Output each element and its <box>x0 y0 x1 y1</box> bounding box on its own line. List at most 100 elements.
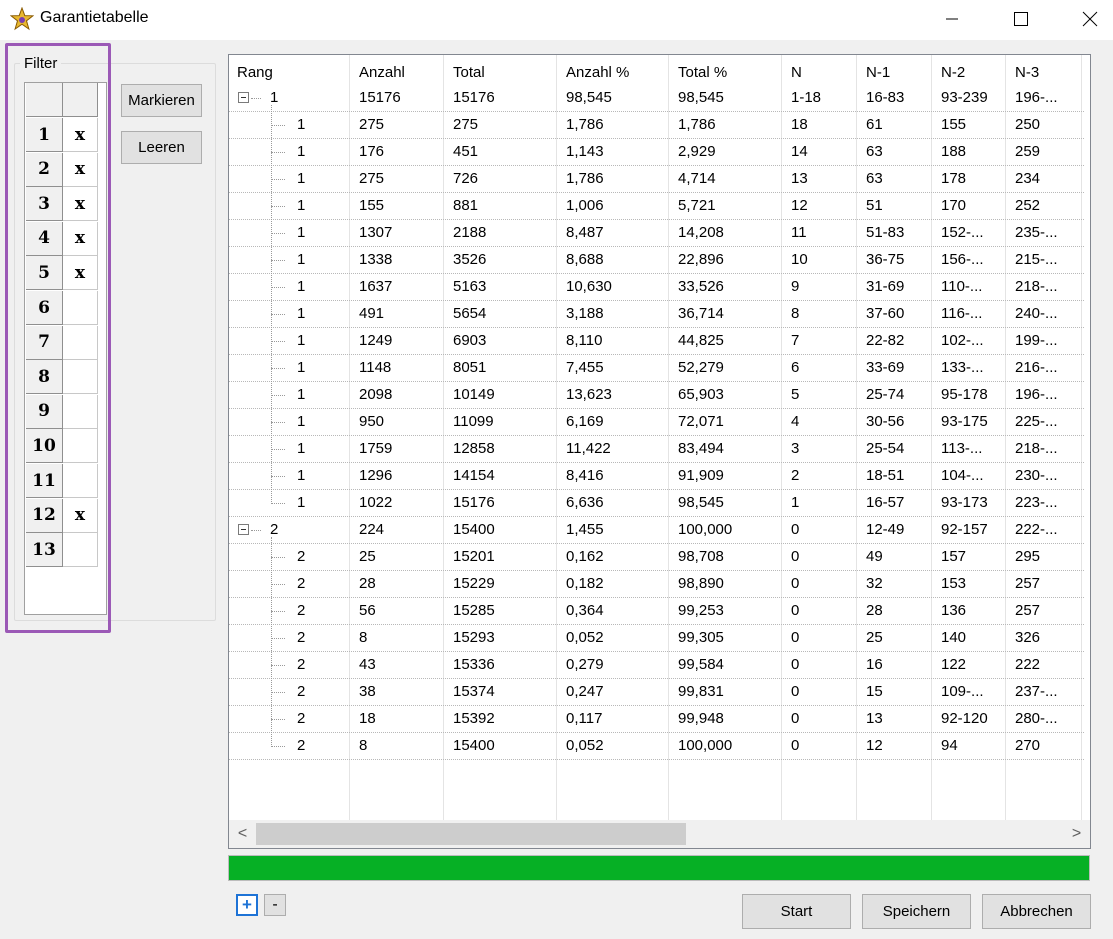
collapse-toggle-icon[interactable] <box>238 92 249 103</box>
table-row[interactable]: 1 491 5654 3,188 36,714 8 37-60 116-... 240-... <box>229 301 1084 328</box>
column-header[interactable]: N-3 <box>1015 64 1039 81</box>
table-cell: 22-82 <box>866 332 905 349</box>
table-row[interactable]: 1 1022 15176 6,636 98,545 1 16-57 93-173 223-... <box>229 490 1084 517</box>
table-row[interactable]: 1 275 275 1,786 1,786 18 61 155 250 <box>229 112 1084 139</box>
tree-connector <box>271 152 285 153</box>
table-cell: 2 <box>297 548 306 565</box>
table-row[interactable]: 1 176 451 1,143 2,929 14 63 188 259 <box>229 139 1084 166</box>
table-cell: 72,071 <box>678 413 724 430</box>
minimize-button[interactable] <box>929 0 975 38</box>
table-row[interactable]: 2 8 15400 0,052 100,000 0 12 94 270 <box>229 733 1084 760</box>
table-cell: 222-... <box>1015 521 1058 538</box>
table-row[interactable]: 1 1338 3526 8,688 22,896 10 36-75 156-... 215-..… <box>229 247 1084 274</box>
collapse-all-button[interactable]: - <box>264 894 286 916</box>
maximize-button[interactable] <box>998 0 1044 38</box>
markieren-button[interactable]: Markieren <box>121 84 202 117</box>
table-cell: 15392 <box>453 710 495 727</box>
table-cell: 98,545 <box>678 494 724 511</box>
table-cell: 6903 <box>453 332 487 349</box>
scroll-left-arrow[interactable]: < <box>229 820 256 848</box>
table-cell: 2 <box>270 521 279 538</box>
table-row[interactable]: 1 1307 2188 8,487 14,208 11 51-83 152-... 235-..… <box>229 220 1084 247</box>
tree-connector <box>271 665 285 666</box>
tree-connector <box>271 341 285 342</box>
table-row[interactable]: 1 2098 10149 13,623 65,903 5 25-74 95-178 196-..… <box>229 382 1084 409</box>
table-cell: 0 <box>791 548 800 565</box>
table-row[interactable]: 1 1148 8051 7,455 52,279 6 33-69 133-... 216-... <box>229 355 1084 382</box>
table-row[interactable]: 1 275 726 1,786 4,714 13 63 178 234 <box>229 166 1084 193</box>
table-cell: 15336 <box>453 656 495 673</box>
leeren-button[interactable]: Leeren <box>121 131 202 164</box>
table-cell: 252 <box>1015 197 1041 214</box>
table-cell: 31-69 <box>866 278 905 295</box>
table-cell: 153 <box>941 575 967 592</box>
table-cell: 1-18 <box>791 89 822 106</box>
table-cell: 0 <box>791 521 800 538</box>
table-row[interactable]: 1 1759 12858 11,422 83,494 3 25-54 113-... 218-.… <box>229 436 1084 463</box>
scroll-right-arrow[interactable]: > <box>1063 820 1090 848</box>
table-row[interactable]: 1 1296 14154 8,416 91,909 2 18-51 104-... 230-..… <box>229 463 1084 490</box>
table-row[interactable]: 2 28 15229 0,182 98,890 0 32 153 257 <box>229 571 1084 598</box>
cancel-button[interactable]: Abbrechen <box>982 894 1091 929</box>
column-header[interactable]: N <box>791 64 802 81</box>
tree-group-row[interactable]: 1 15176 15176 98,545 98,545 1-18 16-83 93-239 19… <box>229 85 1084 112</box>
tree-connector <box>271 611 285 612</box>
tree-connector <box>271 449 285 450</box>
column-header[interactable]: Total <box>453 64 485 81</box>
table-row[interactable]: 2 25 15201 0,162 98,708 0 49 157 295 <box>229 544 1084 571</box>
table-cell: 8,487 <box>566 224 604 241</box>
table-row[interactable]: 1 950 11099 6,169 72,071 4 30-56 93-175 225-... <box>229 409 1084 436</box>
column-header[interactable]: N-2 <box>941 64 965 81</box>
table-cell: 10 <box>791 251 808 268</box>
tree-connector <box>271 584 285 585</box>
table-cell: 49 <box>866 548 883 565</box>
table-row[interactable]: 2 43 15336 0,279 99,584 0 16 122 222 <box>229 652 1084 679</box>
table-cell: 1 <box>297 251 306 268</box>
table-cell: 100,000 <box>678 521 733 538</box>
table-cell: 15176 <box>453 494 495 511</box>
table-row[interactable]: 2 38 15374 0,247 99,831 0 15 109-... 237-... <box>229 679 1084 706</box>
table-cell: 8 <box>359 629 368 646</box>
save-button[interactable]: Speichern <box>862 894 971 929</box>
table-cell: 155 <box>941 116 967 133</box>
table-cell: 133-... <box>941 359 984 376</box>
table-cell: 1 <box>297 386 306 403</box>
column-header[interactable]: N-1 <box>866 64 890 81</box>
table-row[interactable]: 1 1249 6903 8,110 44,825 7 22-82 102-... 199-... <box>229 328 1084 355</box>
column-header[interactable]: Rang <box>237 64 273 81</box>
table-cell: 8,688 <box>566 251 604 268</box>
collapse-toggle-icon[interactable] <box>238 524 249 535</box>
column-header[interactable]: Total % <box>678 64 727 81</box>
table-cell: 1 <box>297 413 306 430</box>
table-row[interactable]: 2 56 15285 0,364 99,253 0 28 136 257 <box>229 598 1084 625</box>
guarantee-tree-table[interactable]: Rang Anzahl Total Anzahl % Total % N N-1 N-2 N-3… <box>228 54 1091 849</box>
table-row[interactable]: 1 155 881 1,006 5,721 12 51 170 252 <box>229 193 1084 220</box>
table-cell: 225-... <box>1015 413 1058 430</box>
table-cell: 1 <box>297 494 306 511</box>
column-header[interactable]: Anzahl <box>359 64 405 81</box>
table-cell: 0 <box>791 602 800 619</box>
table-cell: 0,279 <box>566 656 604 673</box>
table-cell: 257 <box>1015 575 1041 592</box>
table-cell: 8051 <box>453 359 487 376</box>
expand-all-button[interactable]: + <box>236 894 258 916</box>
table-row[interactable]: 2 18 15392 0,117 99,948 0 13 92-120 280-... <box>229 706 1084 733</box>
tree-connector <box>271 422 285 423</box>
tree-group-row[interactable]: 2 224 15400 1,455 100,000 0 12-49 92-157 222-... <box>229 517 1084 544</box>
table-cell: 1 <box>297 278 306 295</box>
table-cell: 199-... <box>1015 332 1058 349</box>
column-header[interactable]: Anzahl % <box>566 64 629 81</box>
table-cell: 3,188 <box>566 305 604 322</box>
start-button[interactable]: Start <box>742 894 851 929</box>
table-row[interactable]: 2 8 15293 0,052 99,305 0 25 140 326 <box>229 625 1084 652</box>
table-row[interactable]: 1 1637 5163 10,630 33,526 9 31-69 110-... 218-..… <box>229 274 1084 301</box>
table-cell: 10,630 <box>566 278 612 295</box>
table-cell: 234 <box>1015 170 1041 187</box>
table-cell: 5654 <box>453 305 487 322</box>
tree-connector <box>271 287 285 288</box>
table-cell: 3526 <box>453 251 487 268</box>
close-button[interactable] <box>1067 0 1113 38</box>
table-cell: 4,714 <box>678 170 716 187</box>
scroll-thumb[interactable] <box>256 823 686 845</box>
horizontal-scrollbar[interactable]: < > <box>229 820 1090 848</box>
